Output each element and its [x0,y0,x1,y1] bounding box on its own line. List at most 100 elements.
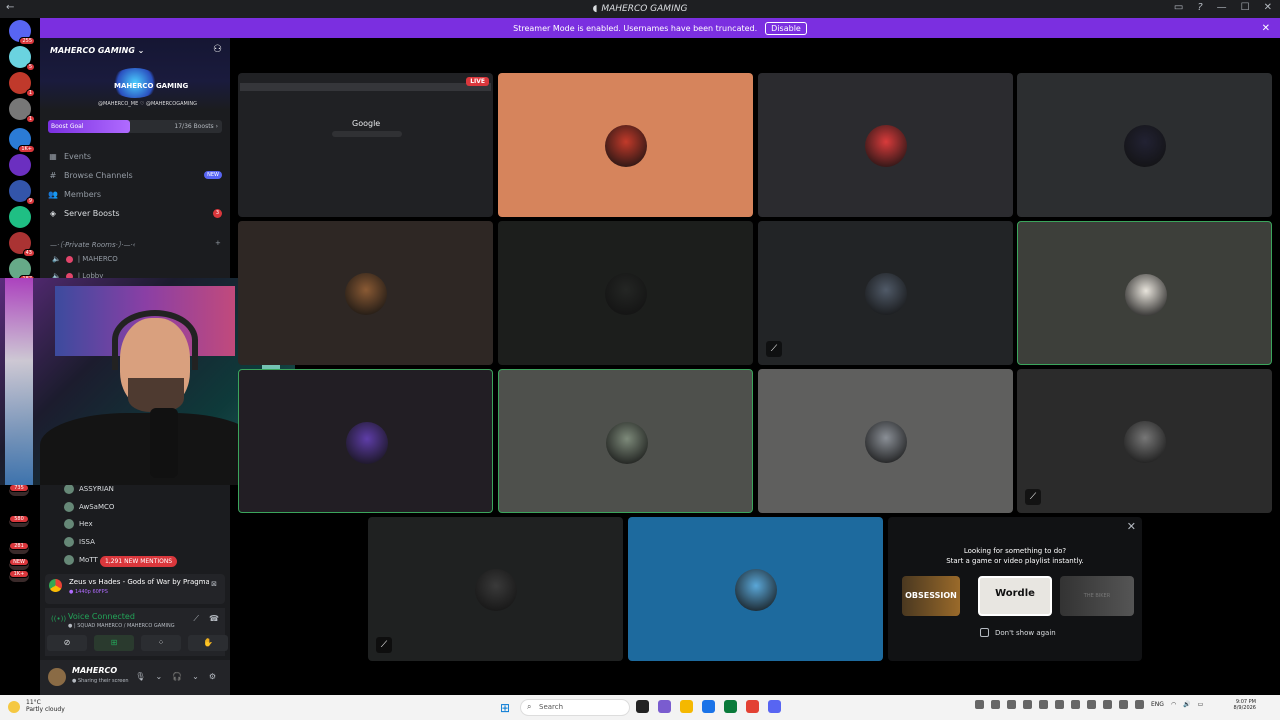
popup-close-icon[interactable]: ✕ [1127,520,1136,533]
back-icon[interactable]: ← [6,2,14,13]
noise-suppression-icon[interactable]: ⟋ [193,614,199,624]
server-icon[interactable]: 1 [9,98,35,123]
tray-icon[interactable] [991,700,1000,709]
video-tile[interactable] [628,517,883,661]
pinned-app-icon[interactable] [658,700,671,713]
taskbar-clock[interactable]: 9:07 PM 8/9/2026 [1234,699,1256,711]
microphone-icon[interactable]: 🎙 [135,672,145,681]
minimize-button[interactable]: — [1217,2,1227,13]
invite-people-icon[interactable]: ⚇ [213,44,222,55]
activity-card-third[interactable]: THE BIKER [1060,576,1134,616]
server-icon[interactable]: 43 [9,232,35,257]
settings-gear-icon[interactable]: ⚙ [209,672,216,681]
dont-show-again-option[interactable]: Don't show again [980,628,1056,637]
pinned-app-icon[interactable] [702,700,715,713]
pinned-app-icon[interactable] [746,700,759,713]
server-icon[interactable]: 1K+ [9,128,35,153]
voice-member[interactable]: MoTT [64,555,98,565]
close-window-button[interactable]: ✕ [1264,2,1272,13]
tray-icon[interactable] [1071,700,1080,709]
screen-share-button[interactable]: ⊞ [94,635,134,651]
banner-close-icon[interactable]: ✕ [1262,23,1270,34]
tray-icon[interactable] [1039,700,1048,709]
disconnect-icon[interactable]: ☎ [209,614,219,624]
add-channel-icon[interactable]: + [215,239,221,247]
server-icon[interactable]: 5 [9,46,35,71]
server-icon[interactable]: 9 [9,180,35,205]
volume-icon[interactable]: 🔊 [1183,701,1190,708]
activity-panel[interactable]: Zeus vs Hades - Gods of War by Pragmatic… [45,574,225,604]
tray-icon[interactable] [975,700,984,709]
video-tile[interactable]: ⟋ [758,221,1013,365]
video-tile[interactable] [1017,221,1272,365]
pinned-app-icon[interactable] [680,700,693,713]
wifi-icon[interactable]: ◠ [1171,701,1176,708]
server-icon[interactable] [9,206,31,228]
voice-member[interactable]: AwSaMCO [64,502,114,512]
server-icon[interactable] [9,154,31,176]
user-avatar[interactable] [48,668,66,686]
voice-channel-item[interactable]: 🔈 | MAHERCO [52,255,118,263]
nav-members[interactable]: 👥 Members [48,186,222,202]
taskbar-search[interactable]: ⌕ Search [520,699,630,716]
tray-icon[interactable] [1087,700,1096,709]
battery-icon[interactable]: ▭ [1198,701,1204,708]
windows-start-icon[interactable]: ⊞ [500,701,510,715]
voice-member[interactable]: ISSA [64,537,95,547]
nav-server-boosts[interactable]: ◈ Server Boosts 3 [48,205,222,221]
tray-icon[interactable] [1103,700,1112,709]
server-header[interactable]: MAHERCO GAMING ⌄ ⚇ MAHERCO GAMING @MAHER… [40,38,230,110]
camera-off-button[interactable]: ⊘ [47,635,87,651]
activities-button[interactable]: ⁘ [141,635,181,651]
video-tile[interactable] [498,73,753,217]
weather-widget[interactable]: 11°C Partly cloudy [26,699,65,713]
category-private-rooms[interactable]: —·〔·Private Rooms·〕·—·‹ + [50,239,221,250]
tray-icon[interactable] [1007,700,1016,709]
video-tile[interactable] [1017,73,1272,217]
voice-member[interactable]: ASSYRIAN [64,484,114,494]
server-icon[interactable]: NEW [9,558,29,570]
inbox-icon[interactable]: ▭ [1174,2,1183,13]
tray-icon[interactable] [1055,700,1064,709]
weather-icon[interactable] [8,701,20,713]
video-tile[interactable]: ⟋ [368,517,623,661]
video-tile[interactable] [498,221,753,365]
server-icon[interactable]: 1 [9,72,35,97]
chevron-down-icon[interactable]: ⌄ [155,672,162,681]
headphones-icon[interactable]: 🎧 [172,672,182,681]
nav-events[interactable]: ▦ Events [48,148,222,164]
tray-icon[interactable] [1119,700,1128,709]
signal-icon[interactable]: ((•)) [51,615,66,623]
server-icon[interactable]: 187 [9,258,35,283]
pinned-app-icon[interactable] [636,700,649,713]
chevron-down-icon[interactable]: ⌄ [192,672,199,681]
server-icon[interactable]: 1K+ [9,570,29,582]
tray-icon[interactable] [1023,700,1032,709]
disable-streamer-mode-button[interactable]: Disable [765,21,807,35]
video-tile[interactable] [238,369,493,513]
video-tile[interactable] [758,369,1013,513]
server-icon[interactable]: 580 [9,515,29,527]
video-tile[interactable] [238,221,493,365]
language-indicator[interactable]: ENG [1151,701,1164,708]
pinned-app-icon[interactable] [768,700,781,713]
server-icon[interactable]: 255 [9,20,35,45]
stop-stream-icon[interactable]: ⊠ [211,580,217,588]
tray-icon[interactable] [1135,700,1144,709]
video-tile[interactable] [498,369,753,513]
video-tile[interactable] [758,73,1013,217]
video-tile[interactable]: ⟋ [1017,369,1272,513]
server-icon[interactable]: 281 [9,542,29,554]
voice-member[interactable]: Hex [64,519,93,529]
screen-share-tile[interactable]: Google LIVE [238,73,493,217]
activity-card-wordle[interactable]: Wordle [978,576,1052,616]
activity-card-obsession[interactable]: OBSESSION [902,576,960,616]
help-icon[interactable]: ? [1197,2,1202,13]
server-icon[interactable]: 735 [9,484,29,496]
new-mentions-pill[interactable]: 1,291 NEW MENTIONS [100,556,178,567]
server-name[interactable]: MAHERCO GAMING ⌄ [50,46,144,55]
pinned-app-icon[interactable] [724,700,737,713]
maximize-button[interactable]: ☐ [1241,2,1250,13]
nav-browse-channels[interactable]: # Browse Channels NEW [48,167,222,183]
dont-show-checkbox[interactable] [980,628,989,637]
